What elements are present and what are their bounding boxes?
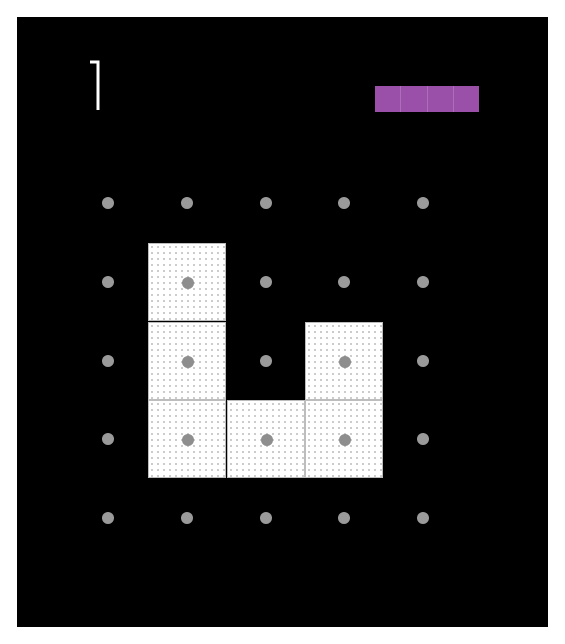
tile-dot xyxy=(339,355,352,368)
grid-tile[interactable] xyxy=(147,400,226,479)
grid-tile[interactable] xyxy=(147,321,226,400)
grid-dot[interactable] xyxy=(259,197,272,209)
grid-tile[interactable] xyxy=(226,400,305,479)
grid-dot[interactable] xyxy=(180,512,193,524)
grid-dot[interactable] xyxy=(102,197,114,209)
grid-dot[interactable] xyxy=(417,354,429,367)
tile-dot xyxy=(181,276,194,289)
grid-dot[interactable] xyxy=(180,197,193,209)
progress-segment xyxy=(401,86,428,112)
progress-segment xyxy=(453,86,479,112)
grid-dot[interactable] xyxy=(338,197,351,209)
grid-tile[interactable] xyxy=(305,400,384,479)
grid-dot[interactable] xyxy=(417,433,429,446)
grid-dot[interactable] xyxy=(102,512,114,524)
grid-tile[interactable] xyxy=(147,242,226,321)
tile-dot xyxy=(260,434,273,447)
grid-dot[interactable] xyxy=(259,275,272,288)
progress-segment xyxy=(427,86,454,112)
grid-dot[interactable] xyxy=(417,197,429,209)
grid-dot[interactable] xyxy=(259,512,272,524)
grid-tile[interactable] xyxy=(305,321,384,400)
grid-dot[interactable] xyxy=(338,275,351,288)
tile-dot xyxy=(339,434,352,447)
grid-dot[interactable] xyxy=(102,275,114,288)
grid-dot[interactable] xyxy=(102,354,114,367)
tile-dot xyxy=(181,355,194,368)
grid-dot[interactable] xyxy=(102,433,114,446)
progress-bar xyxy=(375,86,479,112)
grid-dot[interactable] xyxy=(338,512,351,524)
progress-segment xyxy=(375,86,402,112)
grid-dot[interactable] xyxy=(417,512,429,524)
grid-dot[interactable] xyxy=(417,275,429,288)
game-board: 7 xyxy=(17,17,548,627)
grid-dot[interactable] xyxy=(259,354,272,367)
tile-dot xyxy=(181,434,194,447)
